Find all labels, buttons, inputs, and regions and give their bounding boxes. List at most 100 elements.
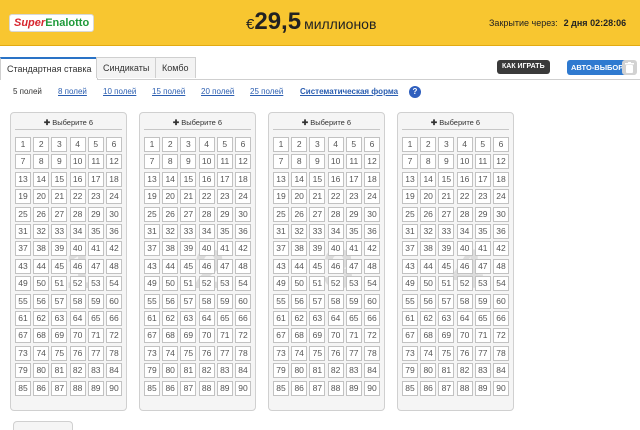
number-cell-11[interactable]: 11 [474, 154, 491, 170]
number-cell-62[interactable]: 62 [162, 311, 179, 326]
number-cell-38[interactable]: 38 [420, 241, 437, 257]
number-cell-32[interactable]: 32 [420, 224, 437, 239]
number-cell-77[interactable]: 77 [216, 345, 233, 361]
number-cell-51[interactable]: 51 [180, 276, 197, 292]
number-cell-12[interactable]: 12 [106, 154, 122, 170]
number-cell-4[interactable]: 4 [69, 137, 86, 152]
number-cell-13[interactable]: 13 [144, 171, 160, 187]
number-cell-74[interactable]: 74 [162, 345, 179, 361]
number-cell-80[interactable]: 80 [33, 363, 50, 379]
number-cell-76[interactable]: 76 [69, 345, 86, 361]
number-cell-31[interactable]: 31 [273, 224, 289, 239]
number-cell-65[interactable]: 65 [474, 311, 491, 326]
help-icon[interactable]: ? [409, 86, 421, 98]
number-cell-63[interactable]: 63 [309, 311, 326, 326]
number-cell-23[interactable]: 23 [87, 189, 104, 205]
clear-button[interactable] [622, 60, 637, 75]
number-cell-86[interactable]: 86 [291, 380, 308, 396]
number-cell-2[interactable]: 2 [33, 137, 50, 152]
number-cell-50[interactable]: 50 [420, 276, 437, 292]
number-cell-52[interactable]: 52 [327, 276, 344, 292]
number-cell-73[interactable]: 73 [144, 345, 160, 361]
number-cell-85[interactable]: 85 [273, 380, 289, 396]
number-cell-5[interactable]: 5 [216, 137, 233, 152]
number-cell-82[interactable]: 82 [69, 363, 86, 379]
number-cell-45[interactable]: 45 [180, 258, 197, 274]
number-cell-53[interactable]: 53 [345, 276, 362, 292]
number-cell-70[interactable]: 70 [69, 328, 86, 344]
number-cell-59[interactable]: 59 [87, 293, 104, 309]
number-cell-26[interactable]: 26 [33, 206, 50, 222]
number-cell-34[interactable]: 34 [198, 224, 215, 239]
number-cell-62[interactable]: 62 [420, 311, 437, 326]
number-cell-7[interactable]: 7 [15, 154, 31, 170]
number-cell-2[interactable]: 2 [162, 137, 179, 152]
pick-6-button[interactable]: ✚ Выберите 6 [144, 117, 251, 130]
number-cell-17[interactable]: 17 [474, 171, 491, 187]
number-cell-48[interactable]: 48 [106, 258, 122, 274]
number-cell-90[interactable]: 90 [493, 380, 509, 396]
number-cell-76[interactable]: 76 [456, 345, 473, 361]
how-to-play-button[interactable]: КАК ИГРАТЬ [497, 60, 550, 74]
number-cell-11[interactable]: 11 [345, 154, 362, 170]
auto-pick-button[interactable]: АВТО-ВЫБОР [567, 60, 628, 75]
number-cell-50[interactable]: 50 [162, 276, 179, 292]
number-cell-17[interactable]: 17 [345, 171, 362, 187]
number-cell-79[interactable]: 79 [402, 363, 418, 379]
number-cell-62[interactable]: 62 [33, 311, 50, 326]
number-cell-16[interactable]: 16 [198, 171, 215, 187]
number-cell-52[interactable]: 52 [456, 276, 473, 292]
number-cell-45[interactable]: 45 [438, 258, 455, 274]
number-cell-60[interactable]: 60 [364, 293, 380, 309]
pick-6-button[interactable]: ✚ Выберите 6 [402, 117, 509, 130]
number-cell-40[interactable]: 40 [456, 241, 473, 257]
number-cell-6[interactable]: 6 [235, 137, 251, 152]
number-cell-18[interactable]: 18 [493, 171, 509, 187]
number-cell-69[interactable]: 69 [438, 328, 455, 344]
number-cell-28[interactable]: 28 [456, 206, 473, 222]
number-cell-32[interactable]: 32 [162, 224, 179, 239]
number-cell-88[interactable]: 88 [198, 380, 215, 396]
number-cell-4[interactable]: 4 [327, 137, 344, 152]
number-cell-86[interactable]: 86 [420, 380, 437, 396]
number-cell-84[interactable]: 84 [106, 363, 122, 379]
number-cell-71[interactable]: 71 [87, 328, 104, 344]
number-cell-61[interactable]: 61 [144, 311, 160, 326]
number-cell-24[interactable]: 24 [235, 189, 251, 205]
number-cell-18[interactable]: 18 [235, 171, 251, 187]
number-cell-44[interactable]: 44 [420, 258, 437, 274]
tab-syndicates[interactable]: Синдикаты [96, 57, 157, 78]
number-cell-22[interactable]: 22 [456, 189, 473, 205]
number-cell-83[interactable]: 83 [87, 363, 104, 379]
number-cell-63[interactable]: 63 [51, 311, 68, 326]
number-cell-43[interactable]: 43 [402, 258, 418, 274]
number-cell-13[interactable]: 13 [402, 171, 418, 187]
number-cell-12[interactable]: 12 [364, 154, 380, 170]
number-cell-64[interactable]: 64 [456, 311, 473, 326]
number-cell-31[interactable]: 31 [402, 224, 418, 239]
number-cell-40[interactable]: 40 [198, 241, 215, 257]
number-cell-29[interactable]: 29 [87, 206, 104, 222]
number-cell-68[interactable]: 68 [420, 328, 437, 344]
number-cell-25[interactable]: 25 [15, 206, 31, 222]
number-cell-88[interactable]: 88 [69, 380, 86, 396]
number-cell-77[interactable]: 77 [474, 345, 491, 361]
number-cell-88[interactable]: 88 [456, 380, 473, 396]
number-cell-38[interactable]: 38 [291, 241, 308, 257]
number-cell-61[interactable]: 61 [273, 311, 289, 326]
number-cell-42[interactable]: 42 [106, 241, 122, 257]
number-cell-69[interactable]: 69 [309, 328, 326, 344]
number-cell-72[interactable]: 72 [364, 328, 380, 344]
number-cell-22[interactable]: 22 [327, 189, 344, 205]
number-cell-90[interactable]: 90 [235, 380, 251, 396]
number-cell-37[interactable]: 37 [402, 241, 418, 257]
number-cell-8[interactable]: 8 [33, 154, 50, 170]
number-cell-73[interactable]: 73 [402, 345, 418, 361]
number-cell-46[interactable]: 46 [327, 258, 344, 274]
number-cell-42[interactable]: 42 [493, 241, 509, 257]
number-cell-78[interactable]: 78 [364, 345, 380, 361]
number-cell-9[interactable]: 9 [438, 154, 455, 170]
number-cell-47[interactable]: 47 [216, 258, 233, 274]
number-cell-5[interactable]: 5 [345, 137, 362, 152]
field-option-20[interactable]: 20 полей [201, 87, 234, 96]
